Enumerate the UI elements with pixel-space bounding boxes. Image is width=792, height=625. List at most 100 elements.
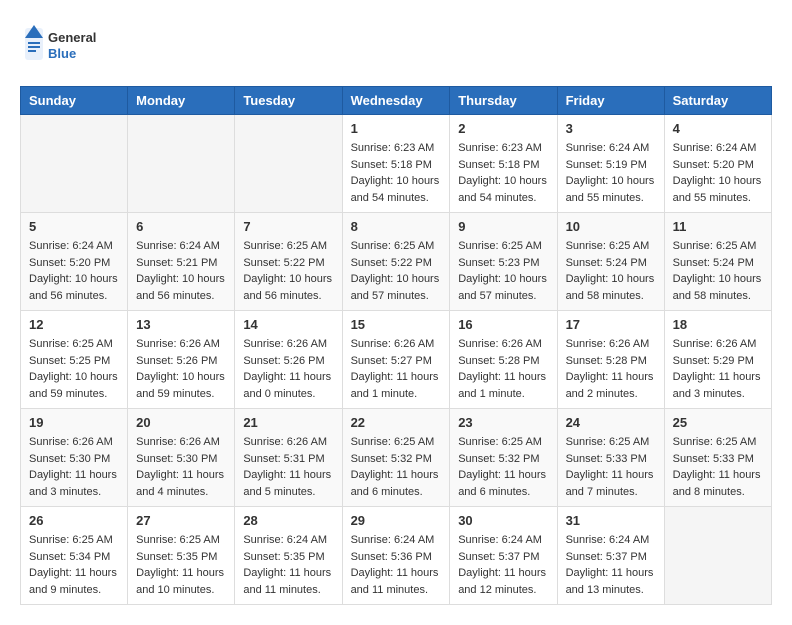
day-info: Sunrise: 6:25 AM Sunset: 5:22 PM Dayligh… xyxy=(243,238,333,304)
day-info: Sunrise: 6:25 AM Sunset: 5:35 PM Dayligh… xyxy=(136,532,226,598)
calendar-cell: 11 Sunrise: 6:25 AM Sunset: 5:24 PM Dayli… xyxy=(664,213,771,311)
page-header: General Blue xyxy=(20,20,772,70)
day-number: 25 xyxy=(673,415,763,430)
calendar-cell: 27 Sunrise: 6:25 AM Sunset: 5:35 PM Dayli… xyxy=(128,507,235,605)
calendar-cell: 20Sunrise: 6:26 AM Sunset: 5:30 PM Dayli… xyxy=(128,409,235,507)
day-number: 15 xyxy=(351,317,442,332)
calendar-cell: 10 Sunrise: 6:25 AM Sunset: 5:24 PM Dayli… xyxy=(557,213,664,311)
day-info: Sunrise: 6:23 AM Sunset: 5:18 PM Dayligh… xyxy=(458,140,548,206)
day-info: Sunrise: 6:25 AM Sunset: 5:24 PM Dayligh… xyxy=(566,238,656,304)
calendar-cell: 13Sunrise: 6:26 AM Sunset: 5:26 PM Dayli… xyxy=(128,311,235,409)
day-number: 5 xyxy=(29,219,119,234)
calendar-cell xyxy=(21,115,128,213)
day-number: 23 xyxy=(458,415,548,430)
svg-text:Blue: Blue xyxy=(48,46,76,61)
day-number: 7 xyxy=(243,219,333,234)
calendar-header-thursday: Thursday xyxy=(450,87,557,115)
day-info: Sunrise: 6:25 AM Sunset: 5:22 PM Dayligh… xyxy=(351,238,442,304)
calendar-cell: 15Sunrise: 6:26 AM Sunset: 5:27 PM Dayli… xyxy=(342,311,450,409)
calendar-cell: 21Sunrise: 6:26 AM Sunset: 5:31 PM Dayli… xyxy=(235,409,342,507)
calendar-cell: 23 Sunrise: 6:25 AM Sunset: 5:32 PM Dayli… xyxy=(450,409,557,507)
day-info: Sunrise: 6:24 AM Sunset: 5:20 PM Dayligh… xyxy=(29,238,119,304)
day-number: 11 xyxy=(673,219,763,234)
day-info: Sunrise: 6:25 AM Sunset: 5:32 PM Dayligh… xyxy=(351,434,442,500)
logo: General Blue xyxy=(20,20,110,70)
day-number: 29 xyxy=(351,513,442,528)
day-number: 30 xyxy=(458,513,548,528)
calendar-cell xyxy=(235,115,342,213)
calendar-cell: 28 Sunrise: 6:24 AM Sunset: 5:35 PM Dayli… xyxy=(235,507,342,605)
calendar-table: SundayMondayTuesdayWednesdayThursdayFrid… xyxy=(20,86,772,605)
day-info: Sunrise: 6:24 AM Sunset: 5:37 PM Dayligh… xyxy=(566,532,656,598)
day-number: 9 xyxy=(458,219,548,234)
day-info: Sunrise: 6:26 AM Sunset: 5:28 PM Dayligh… xyxy=(458,336,548,402)
day-number: 19 xyxy=(29,415,119,430)
calendar-cell: 9 Sunrise: 6:25 AM Sunset: 5:23 PM Daylig… xyxy=(450,213,557,311)
day-number: 21 xyxy=(243,415,333,430)
day-number: 8 xyxy=(351,219,442,234)
day-info: Sunrise: 6:25 AM Sunset: 5:32 PM Dayligh… xyxy=(458,434,548,500)
day-number: 10 xyxy=(566,219,656,234)
calendar-cell: 25 Sunrise: 6:25 AM Sunset: 5:33 PM Dayli… xyxy=(664,409,771,507)
day-number: 24 xyxy=(566,415,656,430)
day-number: 31 xyxy=(566,513,656,528)
calendar-header-monday: Monday xyxy=(128,87,235,115)
day-number: 14 xyxy=(243,317,333,332)
calendar-cell: 12 Sunrise: 6:25 AM Sunset: 5:25 PM Dayli… xyxy=(21,311,128,409)
calendar-cell: 22 Sunrise: 6:25 AM Sunset: 5:32 PM Dayli… xyxy=(342,409,450,507)
day-info: Sunrise: 6:24 AM Sunset: 5:19 PM Dayligh… xyxy=(566,140,656,206)
calendar-cell xyxy=(664,507,771,605)
calendar-cell: 18Sunrise: 6:26 AM Sunset: 5:29 PM Dayli… xyxy=(664,311,771,409)
day-info: Sunrise: 6:25 AM Sunset: 5:24 PM Dayligh… xyxy=(673,238,763,304)
day-number: 17 xyxy=(566,317,656,332)
day-number: 12 xyxy=(29,317,119,332)
calendar-cell: 6 Sunrise: 6:24 AM Sunset: 5:21 PM Daylig… xyxy=(128,213,235,311)
day-number: 3 xyxy=(566,121,656,136)
calendar-cell: 31 Sunrise: 6:24 AM Sunset: 5:37 PM Dayli… xyxy=(557,507,664,605)
calendar-cell: 4 Sunrise: 6:24 AM Sunset: 5:20 PM Daylig… xyxy=(664,115,771,213)
day-info: Sunrise: 6:24 AM Sunset: 5:35 PM Dayligh… xyxy=(243,532,333,598)
calendar-week-row: 12 Sunrise: 6:25 AM Sunset: 5:25 PM Dayli… xyxy=(21,311,772,409)
day-info: Sunrise: 6:25 AM Sunset: 5:33 PM Dayligh… xyxy=(673,434,763,500)
calendar-cell: 19 Sunrise: 6:26 AM Sunset: 5:30 PM Dayli… xyxy=(21,409,128,507)
calendar-week-row: 5 Sunrise: 6:24 AM Sunset: 5:20 PM Daylig… xyxy=(21,213,772,311)
day-number: 26 xyxy=(29,513,119,528)
day-info: Sunrise: 6:26 AM Sunset: 5:30 PM Dayligh… xyxy=(29,434,119,500)
calendar-cell: 14 Sunrise: 6:26 AM Sunset: 5:26 PM Dayli… xyxy=(235,311,342,409)
calendar-cell: 24 Sunrise: 6:25 AM Sunset: 5:33 PM Dayli… xyxy=(557,409,664,507)
day-number: 1 xyxy=(351,121,442,136)
calendar-header-sunday: Sunday xyxy=(21,87,128,115)
calendar-cell: 29Sunrise: 6:24 AM Sunset: 5:36 PM Dayli… xyxy=(342,507,450,605)
day-number: 20 xyxy=(136,415,226,430)
day-number: 22 xyxy=(351,415,442,430)
calendar-cell: 30 Sunrise: 6:24 AM Sunset: 5:37 PM Dayli… xyxy=(450,507,557,605)
calendar-cell: 3 Sunrise: 6:24 AM Sunset: 5:19 PM Daylig… xyxy=(557,115,664,213)
calendar-cell: 2 Sunrise: 6:23 AM Sunset: 5:18 PM Daylig… xyxy=(450,115,557,213)
calendar-cell: 5 Sunrise: 6:24 AM Sunset: 5:20 PM Daylig… xyxy=(21,213,128,311)
day-number: 2 xyxy=(458,121,548,136)
day-info: Sunrise: 6:26 AM Sunset: 5:29 PM Dayligh… xyxy=(673,336,763,402)
day-info: Sunrise: 6:24 AM Sunset: 5:37 PM Dayligh… xyxy=(458,532,548,598)
calendar-header-friday: Friday xyxy=(557,87,664,115)
day-info: Sunrise: 6:25 AM Sunset: 5:34 PM Dayligh… xyxy=(29,532,119,598)
day-number: 28 xyxy=(243,513,333,528)
calendar-cell: 17 Sunrise: 6:26 AM Sunset: 5:28 PM Dayli… xyxy=(557,311,664,409)
day-number: 4 xyxy=(673,121,763,136)
day-info: Sunrise: 6:26 AM Sunset: 5:26 PM Dayligh… xyxy=(136,336,226,402)
day-info: Sunrise: 6:24 AM Sunset: 5:20 PM Dayligh… xyxy=(673,140,763,206)
logo-svg: General Blue xyxy=(20,20,110,70)
calendar-week-row: 19 Sunrise: 6:26 AM Sunset: 5:30 PM Dayli… xyxy=(21,409,772,507)
day-number: 27 xyxy=(136,513,226,528)
day-info: Sunrise: 6:25 AM Sunset: 5:23 PM Dayligh… xyxy=(458,238,548,304)
calendar-cell: 7 Sunrise: 6:25 AM Sunset: 5:22 PM Daylig… xyxy=(235,213,342,311)
day-info: Sunrise: 6:26 AM Sunset: 5:28 PM Dayligh… xyxy=(566,336,656,402)
calendar-header-saturday: Saturday xyxy=(664,87,771,115)
calendar-cell: 1Sunrise: 6:23 AM Sunset: 5:18 PM Daylig… xyxy=(342,115,450,213)
day-info: Sunrise: 6:25 AM Sunset: 5:33 PM Dayligh… xyxy=(566,434,656,500)
day-info: Sunrise: 6:25 AM Sunset: 5:25 PM Dayligh… xyxy=(29,336,119,402)
calendar-cell xyxy=(128,115,235,213)
day-info: Sunrise: 6:24 AM Sunset: 5:21 PM Dayligh… xyxy=(136,238,226,304)
calendar-cell: 26 Sunrise: 6:25 AM Sunset: 5:34 PM Dayli… xyxy=(21,507,128,605)
day-number: 6 xyxy=(136,219,226,234)
day-info: Sunrise: 6:26 AM Sunset: 5:26 PM Dayligh… xyxy=(243,336,333,402)
